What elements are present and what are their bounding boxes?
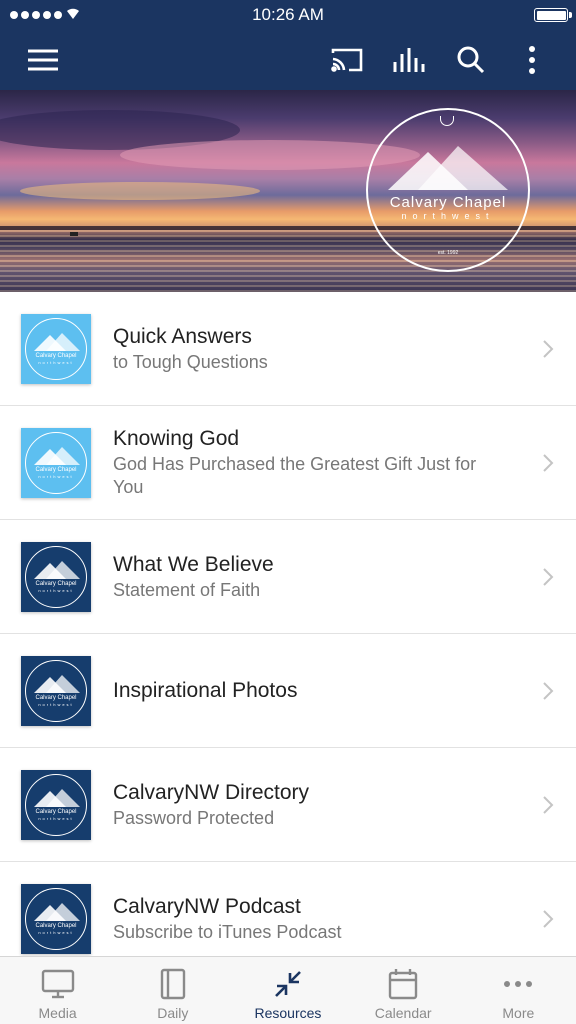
cast-icon[interactable] (330, 44, 364, 76)
tab-label: Daily (157, 1005, 189, 1021)
item-title: Inspirational Photos (113, 678, 298, 702)
tab-label: More (502, 1005, 535, 1021)
item-title: Knowing God (113, 427, 240, 450)
item-subtitle: Statement of Faith (113, 579, 261, 600)
thumb-name: Calvary Chapel (35, 923, 77, 929)
chevron-right-icon (543, 454, 554, 472)
thumb-name: Calvary Chapel (35, 581, 77, 587)
chevron-right-icon (543, 340, 554, 358)
thumb-name: Calvary Chapel (35, 695, 77, 701)
tab-label: Resources (254, 1005, 322, 1021)
item-subtitle: Password Protected (113, 807, 275, 828)
tab-resources[interactable]: Resources (230, 957, 345, 1024)
thumb-subtitle: northwest (38, 816, 74, 821)
thumb-subtitle: northwest (38, 930, 74, 935)
thumb-subtitle: northwest (38, 360, 74, 365)
item-thumbnail: Calvary Chapel northwest (21, 656, 91, 726)
tab-calendar[interactable]: Calendar (346, 957, 461, 1024)
item-thumbnail: Calvary Chapel northwest (21, 770, 91, 840)
item-thumbnail: Calvary Chapel northwest (21, 542, 91, 612)
resources-list: Calvary Chapel northwest Quick Answers t… (0, 292, 576, 956)
monitor-icon (41, 968, 75, 1000)
item-subtitle: to Tough Questions (113, 351, 268, 372)
more-icon (501, 968, 535, 1000)
item-title: CalvaryNW Directory (113, 780, 310, 804)
item-title: What We Believe (113, 552, 274, 576)
tab-label: Calendar (374, 1005, 432, 1021)
tab-media[interactable]: Media (0, 957, 115, 1024)
item-subtitle: Subscribe to iTunes Podcast (113, 921, 342, 942)
chevron-right-icon (543, 796, 554, 814)
resources-icon (271, 968, 305, 1000)
list-item[interactable]: Calvary Chapel northwest Inspirational P… (0, 634, 576, 748)
battery-icon (534, 8, 572, 22)
item-subtitle: God Has Purchased the Greatest Gift Just… (113, 454, 477, 497)
search-icon[interactable] (454, 44, 488, 76)
tab-more[interactable]: More (461, 957, 576, 1024)
item-thumbnail: Calvary Chapel northwest (21, 884, 91, 954)
list-item[interactable]: Calvary Chapel northwest Knowing God God… (0, 406, 576, 520)
list-item[interactable]: Calvary Chapel northwest What We Believe… (0, 520, 576, 634)
chevron-right-icon (543, 568, 554, 586)
thumb-subtitle: northwest (38, 588, 74, 593)
boat-silhouette (70, 232, 78, 236)
list-item[interactable]: Calvary Chapel northwest CalvaryNW Podca… (0, 862, 576, 956)
chevron-right-icon (543, 682, 554, 700)
hamburger-menu-icon[interactable] (26, 44, 60, 76)
thumb-subtitle: northwest (38, 474, 74, 479)
thumb-name: Calvary Chapel (35, 467, 77, 473)
chevron-right-icon (543, 910, 554, 928)
logo-name: Calvary Chapel (389, 194, 507, 211)
thumb-name: Calvary Chapel (35, 353, 77, 359)
logo-subtitle: northwest (401, 211, 495, 221)
book-icon (156, 968, 190, 1000)
item-title: CalvaryNW Podcast (113, 894, 301, 918)
thumb-subtitle: northwest (38, 702, 74, 707)
list-item[interactable]: Calvary Chapel northwest CalvaryNW Direc… (0, 748, 576, 862)
church-logo (366, 108, 530, 272)
more-options-icon[interactable] (515, 44, 549, 76)
calendar-icon (386, 968, 420, 1000)
item-thumbnail: Calvary Chapel northwest (21, 428, 91, 498)
header-banner-image: Calvary Chapel northwest est. 1992 (0, 90, 576, 292)
equalizer-icon[interactable] (392, 44, 426, 76)
tab-daily[interactable]: Daily (115, 957, 230, 1024)
tab-label: Media (38, 1005, 77, 1021)
mountains-icon (388, 146, 508, 190)
list-item[interactable]: Calvary Chapel northwest Quick Answers t… (0, 292, 576, 406)
item-title: Quick Answers (113, 324, 252, 348)
tab-bar: Media Daily Resources Calendar More (0, 956, 576, 1024)
thumb-name: Calvary Chapel (35, 809, 77, 815)
logo-established: est. 1992 (437, 250, 459, 256)
status-time: 10:26 AM (252, 5, 324, 24)
item-thumbnail: Calvary Chapel northwest (21, 314, 91, 384)
nav-bar (0, 30, 576, 90)
status-bar: 10:26 AM (0, 0, 576, 30)
